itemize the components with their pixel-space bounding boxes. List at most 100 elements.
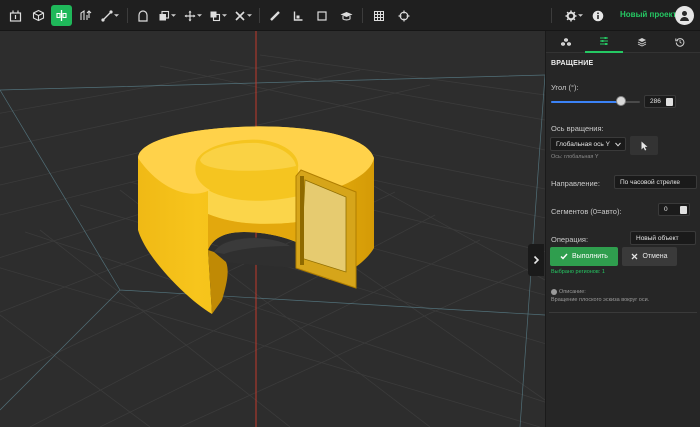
toolbar-divider bbox=[551, 8, 552, 23]
tab-properties[interactable] bbox=[585, 31, 623, 53]
cubes-icon bbox=[561, 38, 571, 46]
history-icon bbox=[675, 38, 685, 47]
import-button[interactable] bbox=[4, 5, 26, 26]
operation-select-value: Новый объект bbox=[636, 234, 679, 242]
angle-slider-thumb[interactable] bbox=[616, 96, 627, 106]
chevron-down-icon bbox=[615, 142, 621, 147]
direction-select[interactable]: По часовой стрелке bbox=[614, 175, 697, 189]
tab-history[interactable] bbox=[661, 31, 699, 53]
tools-cross-icon bbox=[235, 10, 245, 21]
boolean-icon bbox=[210, 11, 221, 21]
snap-toggle-button[interactable] bbox=[394, 5, 414, 26]
run-button[interactable]: Выполнить bbox=[550, 247, 618, 266]
expand-panel-button[interactable] bbox=[528, 244, 544, 276]
panel-divider bbox=[549, 312, 697, 313]
extrude-tool-button[interactable] bbox=[75, 5, 95, 26]
revolve-icon bbox=[56, 10, 67, 21]
frame-tool-button[interactable] bbox=[312, 5, 332, 26]
axis-select[interactable]: Глобальная ось Y bbox=[550, 137, 626, 151]
axis-hint: Ось: глобальная Y bbox=[551, 154, 599, 160]
angle-label: Угол (°): bbox=[551, 83, 579, 92]
revolve-tool-button[interactable] bbox=[51, 5, 72, 26]
square-frame-icon bbox=[317, 10, 327, 21]
axis-select-value: Глобальная ось Y bbox=[556, 140, 610, 148]
project-name[interactable]: Новый проект bbox=[620, 10, 677, 19]
tab-layers[interactable] bbox=[623, 31, 661, 53]
chevron-right-icon bbox=[533, 255, 539, 265]
angle-tool-button[interactable] bbox=[288, 5, 308, 26]
cancel-button-label: Отмена bbox=[642, 253, 668, 260]
sketch-plane-button[interactable] bbox=[28, 5, 48, 26]
gear-icon bbox=[565, 10, 577, 21]
chevron-down-icon bbox=[222, 14, 227, 17]
description-label: Описание: bbox=[559, 289, 586, 295]
toolbar-divider bbox=[362, 8, 363, 23]
operation-select[interactable]: Новый объект bbox=[630, 231, 696, 245]
measure-tool-button[interactable] bbox=[265, 5, 285, 26]
tutorial-button[interactable] bbox=[336, 5, 356, 26]
toolbar: Новый проект bbox=[0, 0, 700, 31]
settings-dropdown[interactable] bbox=[562, 5, 586, 26]
app: Новый проект ВРАЩЕНИЕ Угол (°): 286 Ось … bbox=[0, 0, 700, 427]
ruler-icon bbox=[270, 10, 280, 21]
boolean-tool-dropdown[interactable] bbox=[206, 5, 230, 26]
cursor-arrow-icon bbox=[641, 141, 647, 150]
chevron-down-icon bbox=[114, 14, 119, 17]
section-title: ВРАЩЕНИЕ bbox=[551, 60, 594, 67]
angle-stepper-icon[interactable] bbox=[666, 98, 673, 106]
pick-axis-button[interactable] bbox=[630, 136, 658, 155]
arch-shape-icon bbox=[138, 9, 148, 22]
shape-tool-button[interactable] bbox=[133, 5, 153, 26]
chevron-down-icon bbox=[197, 14, 202, 17]
modify-tool-dropdown[interactable] bbox=[231, 5, 255, 26]
copy-tool-dropdown[interactable] bbox=[155, 5, 179, 26]
angle-slider-track[interactable] bbox=[551, 101, 640, 103]
info-icon bbox=[551, 289, 557, 295]
properties-panel: ВРАЩЕНИЕ Угол (°): 286 Ось вращения: Гло… bbox=[545, 31, 700, 427]
check-icon bbox=[560, 253, 568, 260]
direction-label: Направление: bbox=[551, 179, 600, 188]
line-tool-dropdown[interactable] bbox=[98, 5, 122, 26]
segments-label: Сегментов (0=авто): bbox=[551, 207, 622, 216]
tab-objects[interactable] bbox=[547, 31, 585, 53]
import-icon bbox=[9, 10, 21, 22]
info-button[interactable] bbox=[588, 5, 608, 26]
segments-stepper-icon[interactable] bbox=[680, 206, 687, 214]
copy-icon bbox=[159, 10, 170, 20]
move-arrows-icon bbox=[184, 10, 196, 21]
segments-input[interactable]: 0 bbox=[658, 203, 690, 216]
3d-viewport[interactable] bbox=[0, 31, 545, 427]
chevron-down-icon bbox=[247, 14, 252, 17]
toolbar-divider bbox=[127, 8, 128, 23]
cube-plane-icon bbox=[32, 9, 44, 22]
line-tool-icon bbox=[101, 9, 113, 22]
avatar[interactable] bbox=[675, 6, 694, 25]
sliders-icon bbox=[600, 37, 608, 45]
layers-icon bbox=[637, 38, 647, 47]
selected-regions: Выбрано регионов: 1 bbox=[551, 269, 605, 275]
graduation-cap-icon bbox=[340, 11, 352, 20]
grid-icon bbox=[374, 10, 384, 21]
move-tool-dropdown[interactable] bbox=[181, 5, 205, 26]
grid-toggle-button[interactable] bbox=[369, 5, 389, 26]
segments-value: 0 bbox=[664, 206, 668, 213]
chevron-down-icon bbox=[171, 14, 176, 17]
angle-icon bbox=[293, 11, 303, 21]
chevron-down-icon bbox=[578, 14, 583, 17]
angle-input[interactable]: 286 bbox=[644, 95, 676, 108]
axis-label: Ось вращения: bbox=[551, 124, 604, 133]
operation-label: Операция: bbox=[551, 235, 589, 244]
description-text: Вращение плоского эскиза вокруг оси. bbox=[551, 297, 650, 303]
crosshair-icon bbox=[398, 10, 410, 21]
panel-tabs bbox=[546, 31, 700, 53]
user-icon bbox=[680, 11, 689, 21]
toolbar-divider bbox=[259, 8, 260, 23]
direction-select-value: По часовой стрелке bbox=[620, 178, 681, 186]
info-icon bbox=[592, 10, 604, 21]
cancel-button[interactable]: Отмена bbox=[622, 247, 677, 266]
scene-canvas bbox=[0, 31, 545, 427]
angle-slider-fill bbox=[551, 101, 622, 103]
extrude-icon bbox=[79, 9, 91, 20]
angle-value: 286 bbox=[650, 98, 661, 105]
run-button-label: Выполнить bbox=[572, 253, 608, 260]
